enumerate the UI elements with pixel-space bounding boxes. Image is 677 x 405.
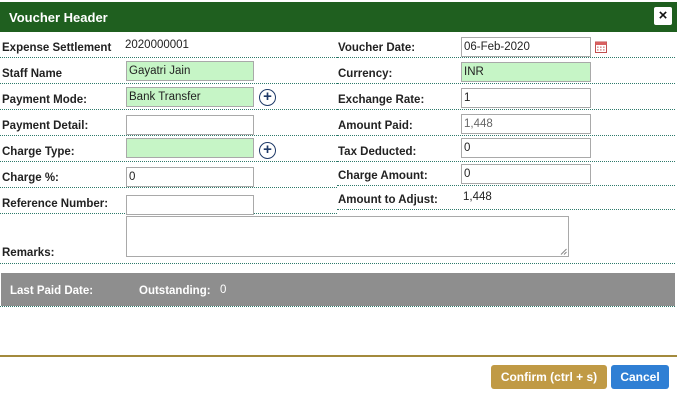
row-currency: Currency: INR: [337, 59, 675, 84]
row-voucher-date: Voucher Date: 06-Feb-2020: [337, 33, 675, 58]
tax-deducted-label: Tax Deducted:: [338, 146, 417, 158]
row-staff-name: Staff Name Gayatri Jain: [0, 59, 337, 84]
payment-detail-label: Payment Detail:: [2, 120, 89, 132]
last-paid-date-label: Last Paid Date:: [10, 285, 94, 297]
reference-number-label: Reference Number:: [2, 198, 109, 210]
row-charge-percent: Charge %: 0: [0, 163, 337, 188]
row-amount-to-adjust: Amount to Adjust: 1,448: [337, 185, 675, 210]
amount-to-adjust-label: Amount to Adjust:: [338, 194, 438, 206]
currency-input[interactable]: INR: [461, 62, 591, 82]
charge-type-input[interactable]: [126, 138, 254, 158]
payment-mode-input[interactable]: Bank Transfer: [126, 87, 254, 107]
tax-deducted-input[interactable]: 0: [461, 138, 591, 158]
remarks-textarea[interactable]: [126, 216, 569, 257]
charge-type-label: Charge Type:: [2, 146, 75, 158]
cancel-button[interactable]: Cancel: [611, 365, 669, 389]
close-icon[interactable]: ×: [654, 7, 672, 25]
row-charge-type: Charge Type: +: [0, 137, 337, 162]
exchange-rate-label: Exchange Rate:: [338, 94, 425, 106]
voucher-header-dialog: Voucher Header × Expense Settlement 2020…: [0, 0, 677, 405]
exchange-rate-input[interactable]: 1: [461, 88, 591, 108]
calendar-icon[interactable]: [595, 41, 607, 53]
amount-paid-input[interactable]: 1,448: [461, 114, 591, 134]
charge-amount-label: Charge Amount:: [338, 170, 428, 182]
reference-number-input[interactable]: [126, 195, 254, 215]
charge-percent-input[interactable]: 0: [126, 167, 254, 187]
summary-bar: Last Paid Date: Outstanding: 0: [1, 273, 675, 306]
row-amount-paid: Amount Paid: 1,448: [337, 111, 675, 136]
payment-detail-input[interactable]: [126, 115, 254, 135]
row-reference-number: Reference Number:: [0, 189, 337, 215]
row-payment-mode: Payment Mode: Bank Transfer +: [0, 85, 337, 110]
row-payment-detail: Payment Detail:: [0, 111, 337, 136]
expense-settlement-label: Expense Settlement: [2, 42, 112, 54]
amount-to-adjust-value: 1,448: [463, 191, 492, 203]
staff-name-label: Staff Name: [2, 68, 63, 80]
voucher-date-label: Voucher Date:: [338, 42, 416, 54]
expense-settlement-value: 2020000001: [125, 39, 189, 51]
row-tax-deducted: Tax Deducted: 0: [337, 137, 675, 162]
summary-divider: [0, 306, 675, 307]
charge-amount-input[interactable]: 0: [461, 164, 591, 184]
add-icon[interactable]: +: [259, 89, 276, 106]
amount-paid-label: Amount Paid:: [338, 120, 413, 132]
resize-grip-icon[interactable]: [560, 248, 567, 255]
remarks-label: Remarks:: [2, 247, 55, 259]
outstanding-label: Outstanding:: [139, 285, 211, 297]
dialog-title: Voucher Header: [9, 10, 108, 25]
outstanding-value: 0: [220, 284, 227, 296]
row-exchange-rate: Exchange Rate: 1: [337, 85, 675, 110]
voucher-date-input[interactable]: 06-Feb-2020: [461, 37, 591, 57]
remarks-divider: [0, 263, 675, 264]
charge-percent-label: Charge %:: [2, 172, 59, 184]
row-expense-settlement: Expense Settlement 2020000001: [0, 33, 337, 58]
staff-name-input[interactable]: Gayatri Jain: [126, 61, 254, 81]
currency-label: Currency:: [338, 68, 393, 80]
confirm-button[interactable]: Confirm (ctrl + s): [491, 365, 607, 389]
payment-mode-label: Payment Mode:: [2, 94, 87, 106]
footer-divider: [0, 355, 677, 357]
dialog-titlebar: Voucher Header ×: [0, 2, 677, 32]
row-charge-amount: Charge Amount: 0: [337, 161, 675, 186]
add-icon[interactable]: +: [259, 142, 276, 159]
